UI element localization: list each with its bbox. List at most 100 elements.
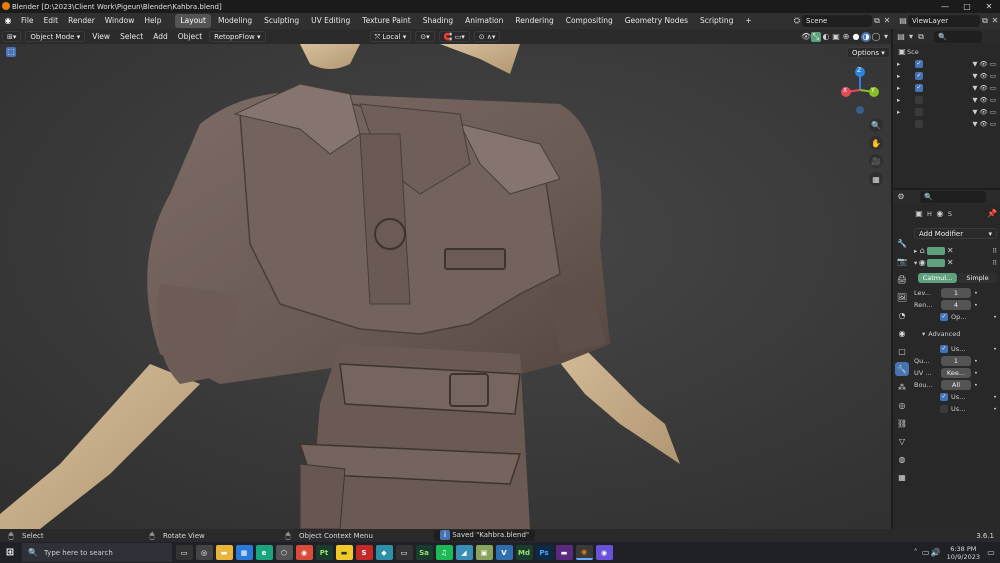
outliner-search-input[interactable]: 🔍 bbox=[934, 30, 982, 43]
substance-painter-icon[interactable]: Pt bbox=[315, 545, 333, 560]
viewlayer-add-icon[interactable]: ⧉ bbox=[980, 16, 990, 26]
workspace-tab-compositing[interactable]: Compositing bbox=[561, 14, 618, 28]
modifier-row-expanded[interactable]: ▾ ◉ ✕ ⠿ bbox=[914, 257, 997, 269]
row-checkbox[interactable]: ✓ bbox=[915, 72, 923, 80]
constraints-tab-icon[interactable]: ⛓ bbox=[895, 416, 909, 430]
scene-remove-icon[interactable]: ✕ bbox=[882, 16, 892, 26]
chrome-icon[interactable]: ◉ bbox=[295, 545, 313, 560]
advanced-label[interactable]: Advanced bbox=[928, 330, 960, 338]
spotify-icon[interactable]: ♫ bbox=[435, 545, 453, 560]
add-modifier-dropdown[interactable]: Add Modifier ▾ bbox=[914, 228, 997, 239]
wireframe-shading-icon[interactable]: ⊕ bbox=[841, 32, 851, 42]
pivot-point-button[interactable]: ⊙▾ bbox=[415, 31, 435, 42]
proportional-edit-button[interactable]: ⊙ ∧▾ bbox=[473, 31, 501, 42]
microsoft-store-icon[interactable]: ▦ bbox=[235, 545, 253, 560]
chrome-alt-icon[interactable]: ◎ bbox=[195, 545, 213, 560]
speaker-icon[interactable]: 🔊 bbox=[931, 548, 941, 558]
workspace-tab-texture-paint[interactable]: Texture Paint bbox=[357, 14, 415, 28]
snap-button[interactable]: 🧲 ▭▾ bbox=[438, 31, 470, 42]
pan-hand-icon[interactable]: ✋ bbox=[869, 136, 883, 150]
task-view-icon[interactable]: ▭ bbox=[175, 545, 193, 560]
outliner-row[interactable]: ▸ ▼ 👁 ▭ bbox=[897, 106, 996, 118]
outliner-row[interactable]: ▸ ✓ ▼ 👁 ▭ bbox=[897, 58, 996, 70]
editor-type-button[interactable]: ⊞▾ bbox=[2, 31, 22, 42]
taskbar-clock[interactable]: 6:38 PM 10/9/2023 bbox=[947, 545, 980, 561]
workspace-tab-modeling[interactable]: Modeling bbox=[213, 14, 257, 28]
menu-window[interactable]: Window bbox=[100, 13, 140, 29]
viewlayer-selector[interactable]: ViewLayer bbox=[908, 15, 980, 27]
maximize-button[interactable]: ▢ bbox=[956, 0, 978, 13]
substance-sampler-icon[interactable]: Sa bbox=[415, 545, 433, 560]
catmull-clark-tab[interactable]: Catmul... bbox=[918, 273, 957, 283]
photoshop-icon[interactable]: Ps bbox=[535, 545, 553, 560]
visibility-icon[interactable]: 👁 bbox=[801, 32, 811, 42]
video-app-icon[interactable]: ▬ bbox=[555, 545, 573, 560]
modifier-delete-icon[interactable]: ✕ bbox=[945, 258, 955, 268]
uv-smooth-dropdown[interactable]: Kee... bbox=[941, 368, 971, 378]
scene-selector[interactable]: Scene bbox=[802, 15, 872, 27]
retopoflow-dropdown[interactable]: RetopoFlow ▾ bbox=[209, 31, 266, 42]
material-tab-icon[interactable]: ◍ bbox=[895, 452, 909, 466]
view-menu[interactable]: View bbox=[87, 29, 115, 45]
workspace-tab-rendering[interactable]: Rendering bbox=[510, 14, 558, 28]
add-menu[interactable]: Add bbox=[148, 29, 173, 45]
object-tab-icon[interactable]: ▢ bbox=[895, 344, 909, 358]
boundary-smooth-dropdown[interactable]: All bbox=[941, 380, 971, 390]
zoom-icon[interactable]: 🔍 bbox=[869, 118, 883, 132]
substance-icon[interactable]: S bbox=[355, 545, 373, 560]
outliner-row[interactable]: ▸ ✓ ▼ 👁 ▭ bbox=[897, 70, 996, 82]
edge-icon[interactable]: e bbox=[255, 545, 273, 560]
perspective-grid-icon[interactable]: ▦ bbox=[869, 172, 883, 186]
world-tab-icon[interactable]: ◉ bbox=[895, 326, 909, 340]
outliner-row[interactable]: ▼ 👁 ▭ bbox=[897, 118, 996, 130]
particles-tab-icon[interactable]: ⁂ bbox=[895, 380, 909, 394]
windows-start-icon[interactable]: ⊞ bbox=[2, 545, 19, 560]
outliner-row[interactable]: ▸ ✓ ▼ 👁 ▭ bbox=[897, 82, 996, 94]
xray-icon[interactable]: ▣ bbox=[831, 32, 841, 42]
workspace-tab-sculpting[interactable]: Sculpting bbox=[259, 14, 304, 28]
object-mode-dropdown[interactable]: Object Mode ▾ bbox=[25, 31, 86, 42]
quality-field[interactable]: 1 bbox=[941, 356, 971, 366]
outliner-filter-icon[interactable]: ⧉ bbox=[916, 32, 926, 42]
image-app-icon[interactable]: ▣ bbox=[475, 545, 493, 560]
properties-search-input[interactable]: 🔍 bbox=[920, 191, 986, 203]
blender-menu-icon[interactable]: ◉ bbox=[3, 16, 13, 26]
tool-tab-icon[interactable]: 🔧 bbox=[895, 236, 909, 250]
camera-view-icon[interactable]: 🎥 bbox=[869, 154, 883, 168]
outliner-editor-icon[interactable]: ▤ bbox=[896, 32, 906, 42]
use-limit-surface-checkbox[interactable] bbox=[940, 405, 948, 413]
properties-editor-icon[interactable]: ⚙ bbox=[896, 192, 906, 202]
terminal-icon[interactable]: ▭ bbox=[395, 545, 413, 560]
minimize-button[interactable]: — bbox=[934, 0, 956, 13]
row-checkbox[interactable] bbox=[915, 120, 923, 128]
workspace-tab-animation[interactable]: Animation bbox=[460, 14, 508, 28]
physics-tab-icon[interactable]: ◎ bbox=[895, 398, 909, 412]
marmoset-icon[interactable]: ◢ bbox=[455, 545, 473, 560]
object-name[interactable]: H bbox=[927, 210, 932, 218]
render-tab-icon[interactable]: 📷 bbox=[895, 254, 909, 268]
rendered-shading-icon[interactable]: ◯ bbox=[871, 32, 881, 42]
modifier-delete-icon[interactable]: ✕ bbox=[945, 246, 955, 256]
viewlayer-remove-icon[interactable]: ✕ bbox=[990, 16, 1000, 26]
viewlayer-icon[interactable]: ▤ bbox=[898, 16, 908, 26]
solid-shading-icon[interactable]: ● bbox=[851, 32, 861, 42]
modifier-row-collapsed[interactable]: ▸ ⌂ ✕ ⠿ bbox=[914, 245, 997, 257]
menu-edit[interactable]: Edit bbox=[39, 13, 64, 29]
navigation-gizmo[interactable]: Z Y X bbox=[836, 66, 884, 114]
optimal-display-checkbox[interactable]: ✓ bbox=[940, 313, 948, 321]
sticky-notes-icon[interactable]: ▬ bbox=[335, 545, 353, 560]
network-icon[interactable]: ▭ bbox=[921, 548, 931, 558]
workspace-tab-shading[interactable]: Shading bbox=[418, 14, 458, 28]
select-tool-icon[interactable]: ⬚ bbox=[6, 47, 16, 57]
3d-viewport[interactable]: Z Y X Options ▾ 🔍 ✋ 🎥 ▦ ⬚ ▪ ▪ ▪ ▪ ▪ bbox=[0, 44, 891, 529]
file-explorer-icon[interactable]: ▬ bbox=[215, 545, 233, 560]
v-app-icon[interactable]: V bbox=[495, 545, 513, 560]
overlay-icon[interactable]: ◐ bbox=[821, 32, 831, 42]
workspace-tab-scripting[interactable]: Scripting bbox=[695, 14, 738, 28]
notification-icon[interactable]: ▭ bbox=[986, 548, 996, 558]
levels-field[interactable]: 1 bbox=[941, 288, 971, 298]
menu-help[interactable]: Help bbox=[139, 13, 166, 29]
add-workspace-button[interactable]: + bbox=[740, 14, 756, 28]
scene-icon[interactable]: ⛭ bbox=[792, 16, 802, 26]
simple-tab[interactable]: Simple bbox=[958, 273, 997, 283]
